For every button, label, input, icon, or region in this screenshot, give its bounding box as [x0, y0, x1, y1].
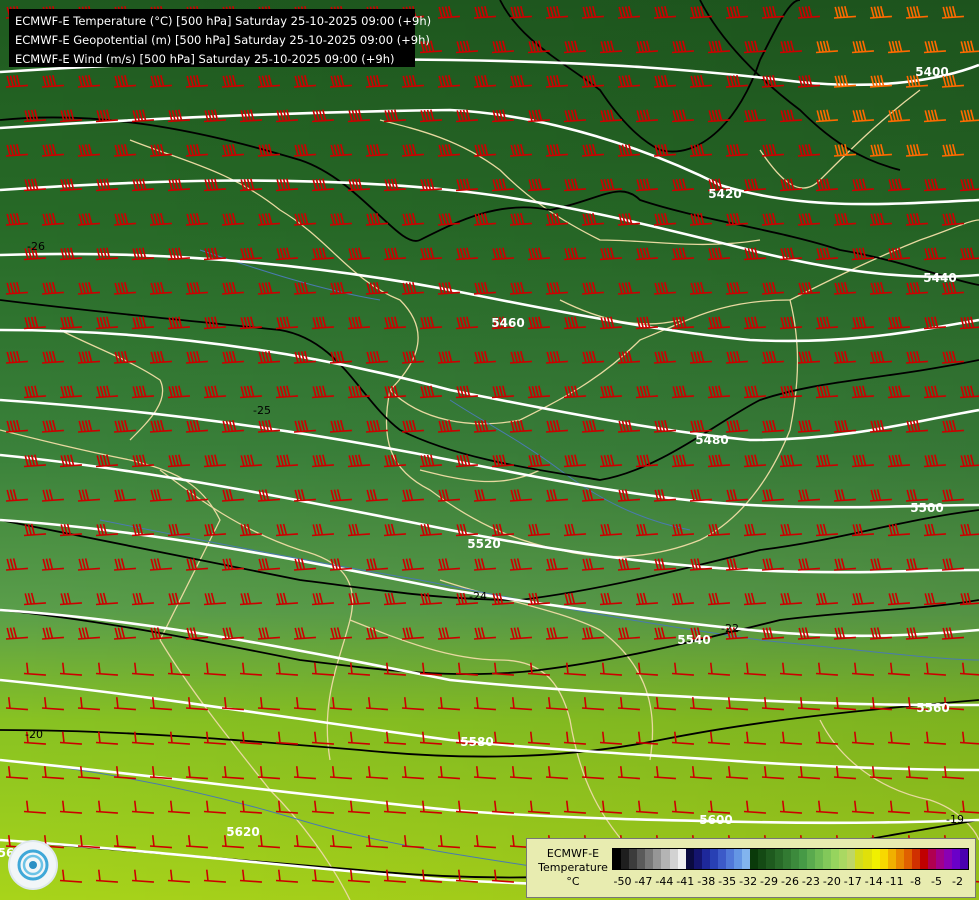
geopotential-label: 5620	[226, 825, 259, 839]
geopotential-label: 5440	[923, 271, 956, 285]
legend-tick-label: -17	[843, 875, 862, 888]
legend-tick-label: -20	[822, 875, 841, 888]
legend-swatch	[629, 849, 638, 869]
geopotential-label: 5560	[916, 701, 949, 715]
legend-swatch	[887, 849, 896, 869]
temperature-label: -24	[469, 590, 487, 603]
legend-swatch	[750, 849, 759, 869]
legend-swatch	[879, 849, 888, 869]
legend-tick-label: -14	[864, 875, 883, 888]
legend-tick-label: -5	[931, 875, 943, 888]
legend-swatch	[952, 849, 961, 869]
legend-tick-label: -41	[676, 875, 695, 888]
legend-swatch	[944, 849, 953, 869]
temperature-label: -25	[253, 404, 271, 417]
legend-swatch	[919, 849, 929, 869]
legend-swatch	[766, 849, 775, 869]
legend-ticks: -50 -47 -44 -41 -38 -35 -32 -29 -26 -23 -20 -17 -14-…	[612, 875, 968, 888]
legend-swatch	[693, 849, 702, 869]
geopotential-label: 5600	[699, 813, 732, 827]
legend-tick-label: -2	[951, 875, 963, 888]
legend-swatch	[645, 849, 654, 869]
legend-swatch	[701, 849, 710, 869]
temperature-legend: ECMWF-E Temperature °C -50 -47 -44 -41 -38 -3…	[526, 838, 976, 898]
legend-swatch	[742, 849, 751, 869]
legend-swatch	[855, 849, 864, 869]
legend-swatch	[790, 849, 799, 869]
geopotential-label: 5520	[467, 537, 500, 551]
legend-swatch	[613, 849, 622, 869]
legend-swatch	[847, 849, 856, 869]
temperature-label: -20	[25, 728, 43, 741]
map-header: ECMWF-E Temperature (°C) [500 hPa] Satur…	[9, 9, 432, 67]
legend-swatch	[806, 849, 815, 869]
legend-tick-label: -38	[697, 875, 716, 888]
legend-tick-label: -11	[885, 875, 904, 888]
geopotential-label: 5460	[491, 316, 524, 330]
legend-swatch	[936, 849, 945, 869]
legend-swatch	[871, 849, 880, 869]
temperature-label: -19	[946, 813, 964, 826]
legend-title-line2: Temperature	[538, 861, 608, 874]
legend-swatch	[653, 849, 662, 869]
legend-swatch	[831, 849, 840, 869]
legend-swatch	[726, 849, 735, 869]
legend-tick-label: -35	[718, 875, 737, 888]
geopotential-label: 5540	[677, 633, 710, 647]
legend-tick-label: -29	[760, 875, 779, 888]
ecmwf-logo-icon	[10, 842, 56, 888]
legend-swatch	[823, 849, 832, 869]
legend-swatch	[669, 849, 678, 869]
legend-swatch	[685, 849, 694, 869]
weather-map: 5400 5420 5440 5460 5480 5500 5520 5540 5560 5580…	[0, 0, 979, 900]
temperature-label: -26	[27, 240, 45, 253]
legend-swatch	[637, 849, 646, 869]
legend-title: ECMWF-E Temperature °C	[533, 847, 613, 889]
legend-tick-label: -26	[780, 875, 799, 888]
header-temperature: ECMWF-E Temperature (°C) [500 hPa] Satur…	[15, 14, 432, 28]
temperature-label: -22	[721, 622, 739, 635]
legend-swatch	[814, 849, 824, 869]
geopotential-label: 5480	[695, 433, 728, 447]
legend-swatch	[863, 849, 872, 869]
legend-unit: °C	[566, 875, 580, 888]
legend-tick-label: -23	[801, 875, 820, 888]
header-geopotential: ECMWF-E Geopotential (m) [500 hPa] Satur…	[15, 33, 430, 47]
legend-swatch	[758, 849, 767, 869]
legend-tick-label: -32	[739, 875, 758, 888]
legend-swatch	[798, 849, 807, 869]
header-wind: ECMWF-E Wind (m/s) [500 hPa] Saturday 25…	[15, 52, 395, 66]
legend-colorbar	[612, 848, 970, 870]
legend-swatch	[621, 849, 630, 869]
legend-swatch	[903, 849, 912, 869]
geopotential-label: 5420	[708, 187, 741, 201]
legend-tick-label: -44	[655, 875, 674, 888]
map-view[interactable]: 5400 5420 5440 5460 5480 5500 5520 5540 5560 5580…	[0, 0, 979, 900]
legend-swatch	[782, 849, 791, 869]
legend-swatch	[677, 849, 686, 869]
legend-swatch	[661, 849, 670, 869]
legend-tick-label: -47	[634, 875, 653, 888]
legend-title-line1: ECMWF-E	[546, 847, 600, 860]
legend-swatch	[895, 849, 904, 869]
geopotential-label: 5400	[915, 65, 948, 79]
legend-swatch	[839, 849, 848, 869]
legend-swatch	[960, 849, 969, 869]
legend-swatch	[718, 849, 727, 869]
temperature-field-shade	[0, 0, 979, 900]
legend-swatch	[709, 849, 719, 869]
geopotential-label: 5500	[910, 501, 943, 515]
legend-swatch	[911, 849, 920, 869]
legend-swatch	[774, 849, 783, 869]
legend-swatch	[928, 849, 937, 869]
geopotential-label: 5580	[460, 735, 493, 749]
legend-tick-label: -8	[910, 875, 922, 888]
legend-tick-label: -50	[613, 875, 632, 888]
legend-swatch	[734, 849, 743, 869]
